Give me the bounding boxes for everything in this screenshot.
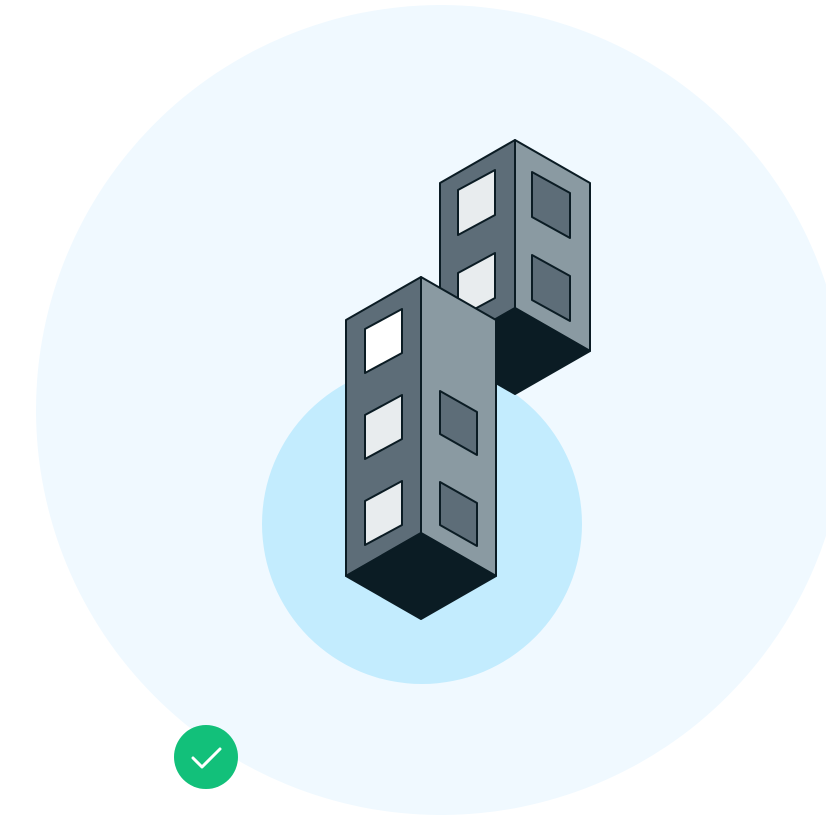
buildings-illustration <box>36 5 826 815</box>
check-badge <box>174 725 238 789</box>
front-building <box>345 276 497 620</box>
check-badge-circle <box>174 725 238 789</box>
